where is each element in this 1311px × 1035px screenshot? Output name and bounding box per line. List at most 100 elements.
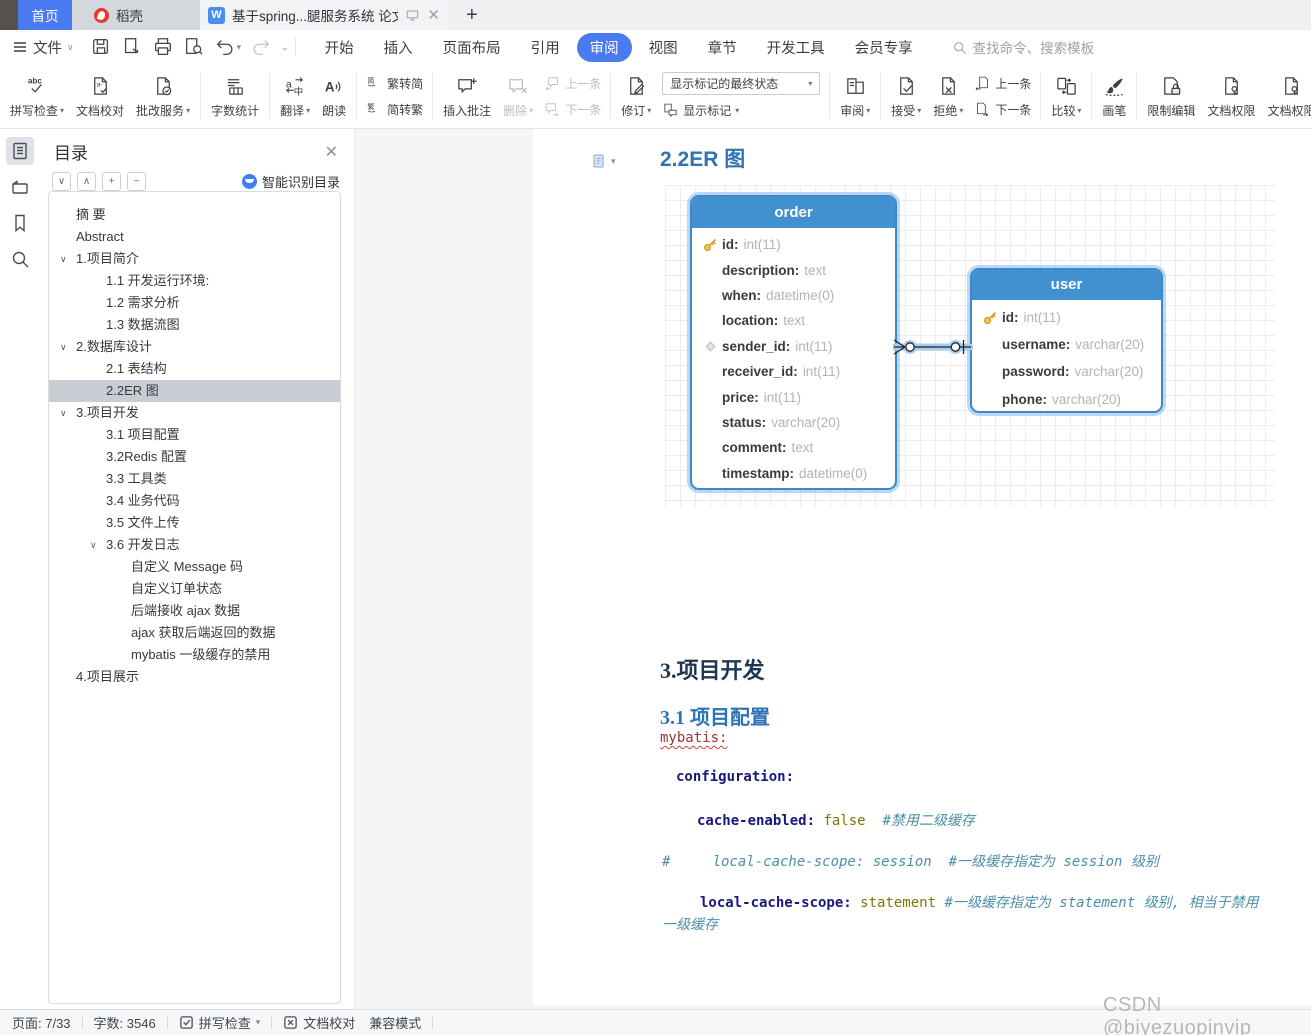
toc-item[interactable]: ∨ 3.项目开发	[49, 402, 340, 424]
menu-tab-视图[interactable]: 视图	[636, 33, 691, 62]
present-icon[interactable]	[405, 8, 420, 23]
review-pane-button[interactable]: 审阅 ▾	[834, 71, 876, 121]
doc-permission-button[interactable]: 文档权限	[1201, 71, 1261, 121]
toc-item[interactable]: ∨ 3.6 开发日志	[49, 534, 340, 556]
er-table-user[interactable]: user id: int(11) username: varchar(20) passwo…	[970, 268, 1163, 413]
toc-expand-all-button[interactable]: +	[102, 172, 121, 191]
print-preview-icon[interactable]	[183, 36, 205, 58]
toc-item[interactable]: 1.1 开发运行环境:	[49, 270, 340, 292]
read-aloud-button[interactable]: A 朗读	[316, 71, 352, 121]
menu-tab-页面布局[interactable]: 页面布局	[430, 33, 514, 62]
toc-item[interactable]: 1.3 数据流图	[49, 314, 340, 336]
tab-document[interactable]: W 基于spring...腿服务系统 论文 ✕	[200, 0, 448, 30]
to-traditional-button[interactable]: 繁 简转繁	[366, 99, 424, 120]
er-relationship-connector[interactable]	[893, 330, 973, 364]
show-markup-button[interactable]: 显示标记 ▾	[662, 100, 820, 121]
command-search[interactable]: 查找命令、搜索模板	[952, 37, 1094, 57]
restrict-edit-button[interactable]: 限制编辑	[1141, 71, 1201, 121]
close-icon[interactable]: ✕	[427, 6, 440, 24]
menu-tab-会员专享[interactable]: 会员专享	[842, 33, 926, 62]
redo-icon[interactable]	[250, 36, 272, 58]
word-count-button[interactable]: 字数统计	[205, 71, 265, 121]
comment-next-button[interactable]: 下一条	[544, 99, 601, 120]
ink-brush-button[interactable]: 画笔	[1096, 71, 1132, 121]
menu-tab-插入[interactable]: 插入	[371, 33, 426, 62]
toc-item[interactable]: ajax 获取后端返回的数据	[49, 622, 340, 644]
toc-close-icon[interactable]: ✕	[325, 142, 338, 162]
tab-home[interactable]: 首页	[18, 0, 72, 30]
file-menu-button[interactable]: 文件 ∨	[12, 37, 74, 58]
toc-item[interactable]: 2.2ER 图	[49, 380, 340, 402]
doc-permission-button[interactable]: 文档权限	[1261, 71, 1311, 121]
track-changes-button[interactable]: 修订 ▾	[615, 71, 657, 121]
comment-prev-button[interactable]: 上一条	[544, 73, 601, 94]
comment-delete-button[interactable]: 删除 ▾	[497, 71, 539, 121]
toc-item[interactable]: 摘 要	[49, 204, 340, 226]
doc-proof-toggle-label: 文档校对	[303, 1016, 356, 1031]
doc-proof-toggle[interactable]: 文档校对	[283, 1013, 355, 1032]
page-indicator[interactable]: 页面: 7/33	[12, 1013, 71, 1032]
outline-panel-icon[interactable]	[6, 137, 34, 165]
translate-button[interactable]: a 中翻译 ▾	[274, 71, 316, 121]
toc-item[interactable]: Abstract	[49, 226, 340, 248]
save-icon[interactable]	[90, 36, 112, 58]
toc-item[interactable]: 3.3 工具类	[49, 468, 340, 490]
new-tab-button[interactable]: +	[466, 5, 478, 25]
divider	[166, 1016, 168, 1029]
toc-item[interactable]: 3.1 项目配置	[49, 424, 340, 446]
doc-proof-button[interactable]: a- 文档校对	[70, 71, 130, 121]
toc-item[interactable]: 自定义订单状态	[49, 578, 340, 600]
tab-docer[interactable]: 稻壳	[72, 0, 200, 30]
to-simplified-button[interactable]: 简 繁转简	[366, 73, 424, 94]
print-icon[interactable]	[152, 36, 174, 58]
document-page[interactable]: ▾ 2.2ER 图 order id: int(11) description: tex…	[533, 129, 1311, 1005]
toc-item[interactable]: 2.1 表结构	[49, 358, 340, 380]
menu-tab-章节[interactable]: 章节	[695, 33, 750, 62]
word-count-indicator[interactable]: 字数: 3546	[94, 1013, 156, 1032]
spellcheck-button[interactable]: abc 拼写检查 ▾	[4, 71, 70, 121]
comment-add-button[interactable]: 插入批注	[437, 71, 497, 121]
toc-item[interactable]: 3.4 业务代码	[49, 490, 340, 512]
menu-tab-引用[interactable]: 引用	[518, 33, 573, 62]
toc-item[interactable]: 4.项目展示	[49, 666, 340, 688]
menu-tab-开发工具[interactable]: 开发工具	[754, 33, 838, 62]
er-field-row: comment: text	[698, 435, 887, 460]
er-diagram-canvas[interactable]: order id: int(11) description: text when: date…	[665, 185, 1275, 507]
accept-button[interactable]: 接受 ▾	[885, 71, 927, 121]
doc-grade-button[interactable]: 批改服务 ▾	[130, 71, 196, 121]
chevron-down-icon[interactable]: ∨	[60, 402, 67, 424]
toc-collapse-all-button[interactable]: −	[127, 172, 146, 191]
compare-button[interactable]: 比较 ▾	[1045, 71, 1087, 121]
toc-item[interactable]: mybatis 一级缓存的禁用	[49, 644, 340, 666]
toc-item[interactable]: 3.2Redis 配置	[49, 446, 340, 468]
rev-prev-button[interactable]: 上一条	[974, 73, 1031, 94]
toc-item[interactable]: 1.2 需求分析	[49, 292, 340, 314]
chevron-down-icon[interactable]: ∨	[60, 336, 67, 358]
search-icon[interactable]	[6, 245, 34, 273]
chevron-down-icon[interactable]: ∨	[60, 248, 67, 270]
primary-key-icon	[698, 237, 722, 252]
menu-tab-审阅[interactable]: 审阅	[576, 32, 632, 62]
toc-item[interactable]: 3.5 文件上传	[49, 512, 340, 534]
chevron-down-icon[interactable]: ∨	[90, 534, 97, 556]
toolbar-more-icon[interactable]: ⌄	[281, 42, 289, 53]
rev-next-button[interactable]: 下一条	[974, 99, 1031, 120]
er-table-order[interactable]: order id: int(11) description: text when: date…	[690, 195, 897, 490]
undo-button[interactable]: ▾	[214, 36, 241, 58]
reject-button[interactable]: 拒绝 ▾	[927, 71, 969, 121]
folder-flag-icon[interactable]	[6, 173, 34, 201]
export-icon[interactable]	[121, 36, 143, 58]
markup-state-select[interactable]: 显示标记的最终状态 ▾	[662, 71, 821, 95]
toc-item[interactable]: 后端接收 ajax 数据	[49, 600, 340, 622]
smart-toc-button[interactable]: 智能识别目录	[241, 172, 340, 191]
toc-item[interactable]: ∨ 1.项目简介	[49, 248, 340, 270]
toc-collapse-up-button[interactable]: ∧	[77, 172, 96, 191]
bookmark-icon[interactable]	[6, 209, 34, 237]
toc-expand-down-button[interactable]: ∨	[52, 172, 71, 191]
menu-tab-开始[interactable]: 开始	[312, 33, 367, 62]
paragraph-style-control[interactable]: ▾	[591, 153, 616, 169]
er-field-row: sender_id: int(11)	[698, 334, 887, 359]
toc-item[interactable]: ∨ 2.数据库设计	[49, 336, 340, 358]
toc-item[interactable]: 自定义 Message 码	[49, 556, 340, 578]
spellcheck-toggle[interactable]: 拼写检查 ▾	[179, 1013, 260, 1032]
